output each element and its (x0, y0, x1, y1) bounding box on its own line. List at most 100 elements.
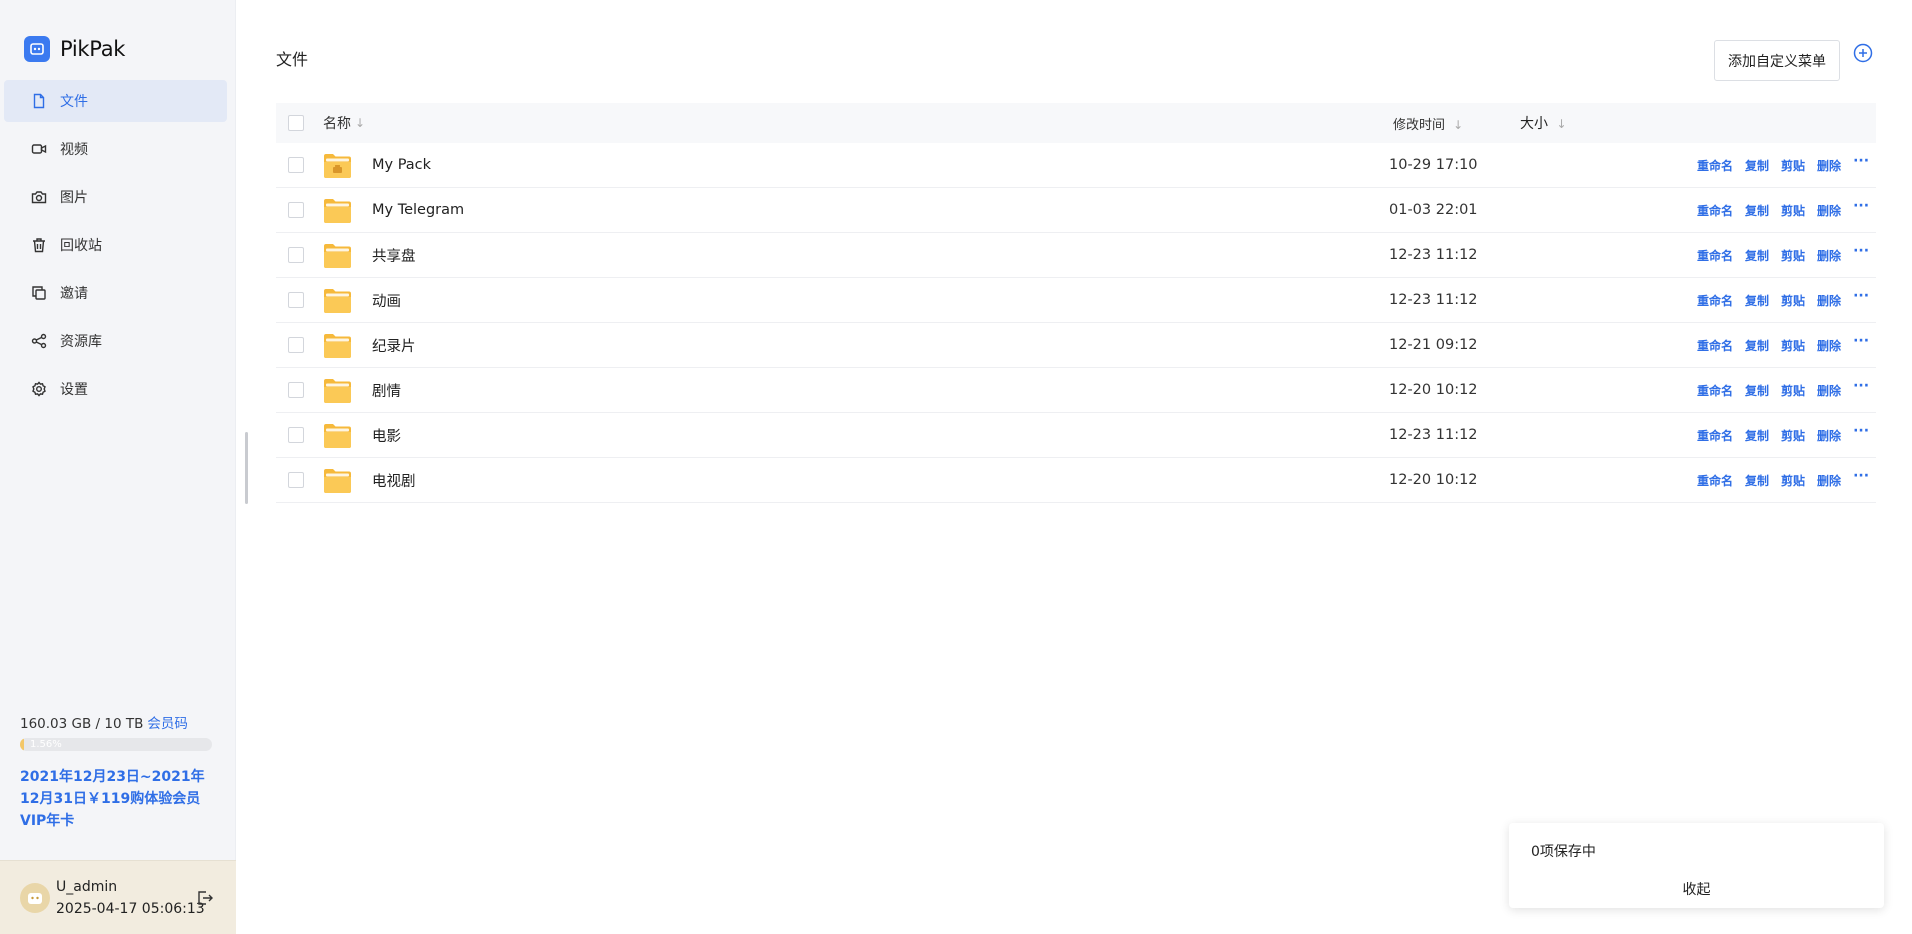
file-name[interactable]: 电视剧 (372, 470, 416, 491)
modified-time: 12-23 11:12 (1389, 247, 1478, 263)
sidebar-item-files[interactable]: 文件 (4, 80, 227, 122)
add-circle-icon[interactable] (1853, 43, 1873, 63)
rename-button[interactable]: 重命名 (1697, 202, 1733, 219)
copy-button[interactable]: 复制 (1745, 382, 1769, 399)
delete-button[interactable]: 删除 (1817, 247, 1841, 264)
cut-button[interactable]: 剪贴 (1781, 247, 1805, 264)
table-row[interactable]: My Telegram 01-03 22:01 重命名 复制 剪贴 删除 ··· (276, 188, 1876, 233)
row-checkbox[interactable] (288, 247, 304, 263)
file-name[interactable]: 共享盘 (372, 245, 416, 266)
folder-icon (323, 467, 352, 494)
delete-button[interactable]: 删除 (1817, 382, 1841, 399)
delete-button[interactable]: 删除 (1817, 202, 1841, 219)
row-checkbox[interactable] (288, 292, 304, 308)
cut-button[interactable]: 剪贴 (1781, 202, 1805, 219)
file-name[interactable]: 电影 (372, 425, 401, 446)
user-bar: U_admin 2025-04-17 05:06:13 (0, 860, 236, 934)
cut-button[interactable]: 剪贴 (1781, 292, 1805, 309)
delete-button[interactable]: 删除 (1817, 157, 1841, 174)
modified-time: 01-03 22:01 (1389, 202, 1478, 218)
rename-button[interactable]: 重命名 (1697, 382, 1733, 399)
table-row[interactable]: 纪录片 12-21 09:12 重命名 复制 剪贴 删除 ··· (276, 323, 1876, 368)
table-row[interactable]: 共享盘 12-23 11:12 重命名 复制 剪贴 删除 ··· (276, 233, 1876, 278)
delete-button[interactable]: 删除 (1817, 427, 1841, 444)
table-row[interactable]: 电影 12-23 11:12 重命名 复制 剪贴 删除 ··· (276, 413, 1876, 458)
header-mtime[interactable]: 修改时间 ↓ (1393, 114, 1463, 133)
file-name[interactable]: My Pack (372, 157, 431, 173)
copy-button[interactable]: 复制 (1745, 157, 1769, 174)
row-checkbox[interactable] (288, 157, 304, 173)
more-options-icon[interactable]: ··· (1853, 153, 1869, 169)
table-row[interactable]: My Pack 10-29 17:10 重命名 复制 剪贴 删除 ··· (276, 143, 1876, 188)
row-checkbox[interactable] (288, 337, 304, 353)
cut-button[interactable]: 剪贴 (1781, 337, 1805, 354)
rename-button[interactable]: 重命名 (1697, 247, 1733, 264)
header-name[interactable]: 名称 ↓ (323, 113, 365, 133)
file-name[interactable]: 动画 (372, 290, 401, 311)
cut-button[interactable]: 剪贴 (1781, 157, 1805, 174)
delete-button[interactable]: 删除 (1817, 472, 1841, 489)
sort-arrow-icon: ↓ (355, 116, 366, 130)
more-options-icon[interactable]: ··· (1853, 468, 1869, 484)
file-name[interactable]: 纪录片 (372, 335, 416, 356)
sidebar-item-images[interactable]: 图片 (4, 176, 227, 218)
copy-button[interactable]: 复制 (1745, 292, 1769, 309)
row-checkbox[interactable] (288, 472, 304, 488)
copy-button[interactable]: 复制 (1745, 202, 1769, 219)
logout-icon[interactable] (196, 889, 216, 909)
table-row[interactable]: 动画 12-23 11:12 重命名 复制 剪贴 删除 ··· (276, 278, 1876, 323)
rename-button[interactable]: 重命名 (1697, 292, 1733, 309)
header-size[interactable]: 大小 ↓ (1520, 113, 1567, 133)
add-custom-menu-button[interactable]: 添加自定义菜单 (1714, 40, 1840, 81)
more-options-icon[interactable]: ··· (1853, 288, 1869, 304)
avatar[interactable] (20, 883, 50, 913)
sidebar-resize-handle[interactable] (245, 432, 248, 504)
cut-button[interactable]: 剪贴 (1781, 382, 1805, 399)
select-all-checkbox[interactable] (288, 115, 304, 131)
file-name[interactable]: My Telegram (372, 202, 464, 218)
more-options-icon[interactable]: ··· (1853, 423, 1869, 439)
sidebar-item-invite[interactable]: 邀请 (4, 272, 227, 314)
user-expiry-time: 2025-04-17 05:06:13 (56, 901, 205, 917)
more-options-icon[interactable]: ··· (1853, 333, 1869, 349)
sidebar-item-library[interactable]: 资源库 (4, 320, 227, 362)
row-actions: 重命名 复制 剪贴 删除 ··· (1697, 288, 1869, 309)
more-options-icon[interactable]: ··· (1853, 378, 1869, 394)
cut-button[interactable]: 剪贴 (1781, 427, 1805, 444)
promo-link[interactable]: 2021年12月23日~2021年12月31日￥119购体验会员VIP年卡 (20, 766, 220, 832)
rename-button[interactable]: 重命名 (1697, 337, 1733, 354)
copy-button[interactable]: 复制 (1745, 472, 1769, 489)
sidebar-item-label: 资源库 (60, 334, 102, 350)
row-actions: 重命名 复制 剪贴 删除 ··· (1697, 378, 1869, 399)
table-row[interactable]: 电视剧 12-20 10:12 重命名 复制 剪贴 删除 ··· (276, 458, 1876, 503)
member-code-link[interactable]: 会员码 (147, 716, 188, 732)
rename-button[interactable]: 重命名 (1697, 157, 1733, 174)
rename-button[interactable]: 重命名 (1697, 472, 1733, 489)
page-title: 文件 (276, 50, 309, 69)
copy-button[interactable]: 复制 (1745, 247, 1769, 264)
sidebar-item-trash[interactable]: 回收站 (4, 224, 227, 266)
more-options-icon[interactable]: ··· (1853, 198, 1869, 214)
modified-time: 12-20 10:12 (1389, 382, 1478, 398)
save-status-text: 0项保存中 (1531, 844, 1596, 860)
file-name[interactable]: 剧情 (372, 380, 401, 401)
more-options-icon[interactable]: ··· (1853, 243, 1869, 259)
storage-usage-text: 160.03 GB / 10 TB (20, 716, 144, 732)
row-actions: 重命名 复制 剪贴 删除 ··· (1697, 153, 1869, 174)
copy-button[interactable]: 复制 (1745, 427, 1769, 444)
row-checkbox[interactable] (288, 202, 304, 218)
sidebar-item-videos[interactable]: 视频 (4, 128, 227, 170)
row-checkbox[interactable] (288, 382, 304, 398)
delete-button[interactable]: 删除 (1817, 337, 1841, 354)
brand[interactable]: PikPak (24, 36, 125, 62)
collapse-button[interactable]: 收起 (1509, 879, 1884, 899)
header-mtime-label: 修改时间 (1393, 117, 1446, 133)
cut-button[interactable]: 剪贴 (1781, 472, 1805, 489)
sidebar-item-settings[interactable]: 设置 (4, 368, 227, 410)
row-checkbox[interactable] (288, 427, 304, 443)
table-row[interactable]: 剧情 12-20 10:12 重命名 复制 剪贴 删除 ··· (276, 368, 1876, 413)
modified-time: 10-29 17:10 (1389, 157, 1478, 173)
rename-button[interactable]: 重命名 (1697, 427, 1733, 444)
delete-button[interactable]: 删除 (1817, 292, 1841, 309)
copy-button[interactable]: 复制 (1745, 337, 1769, 354)
